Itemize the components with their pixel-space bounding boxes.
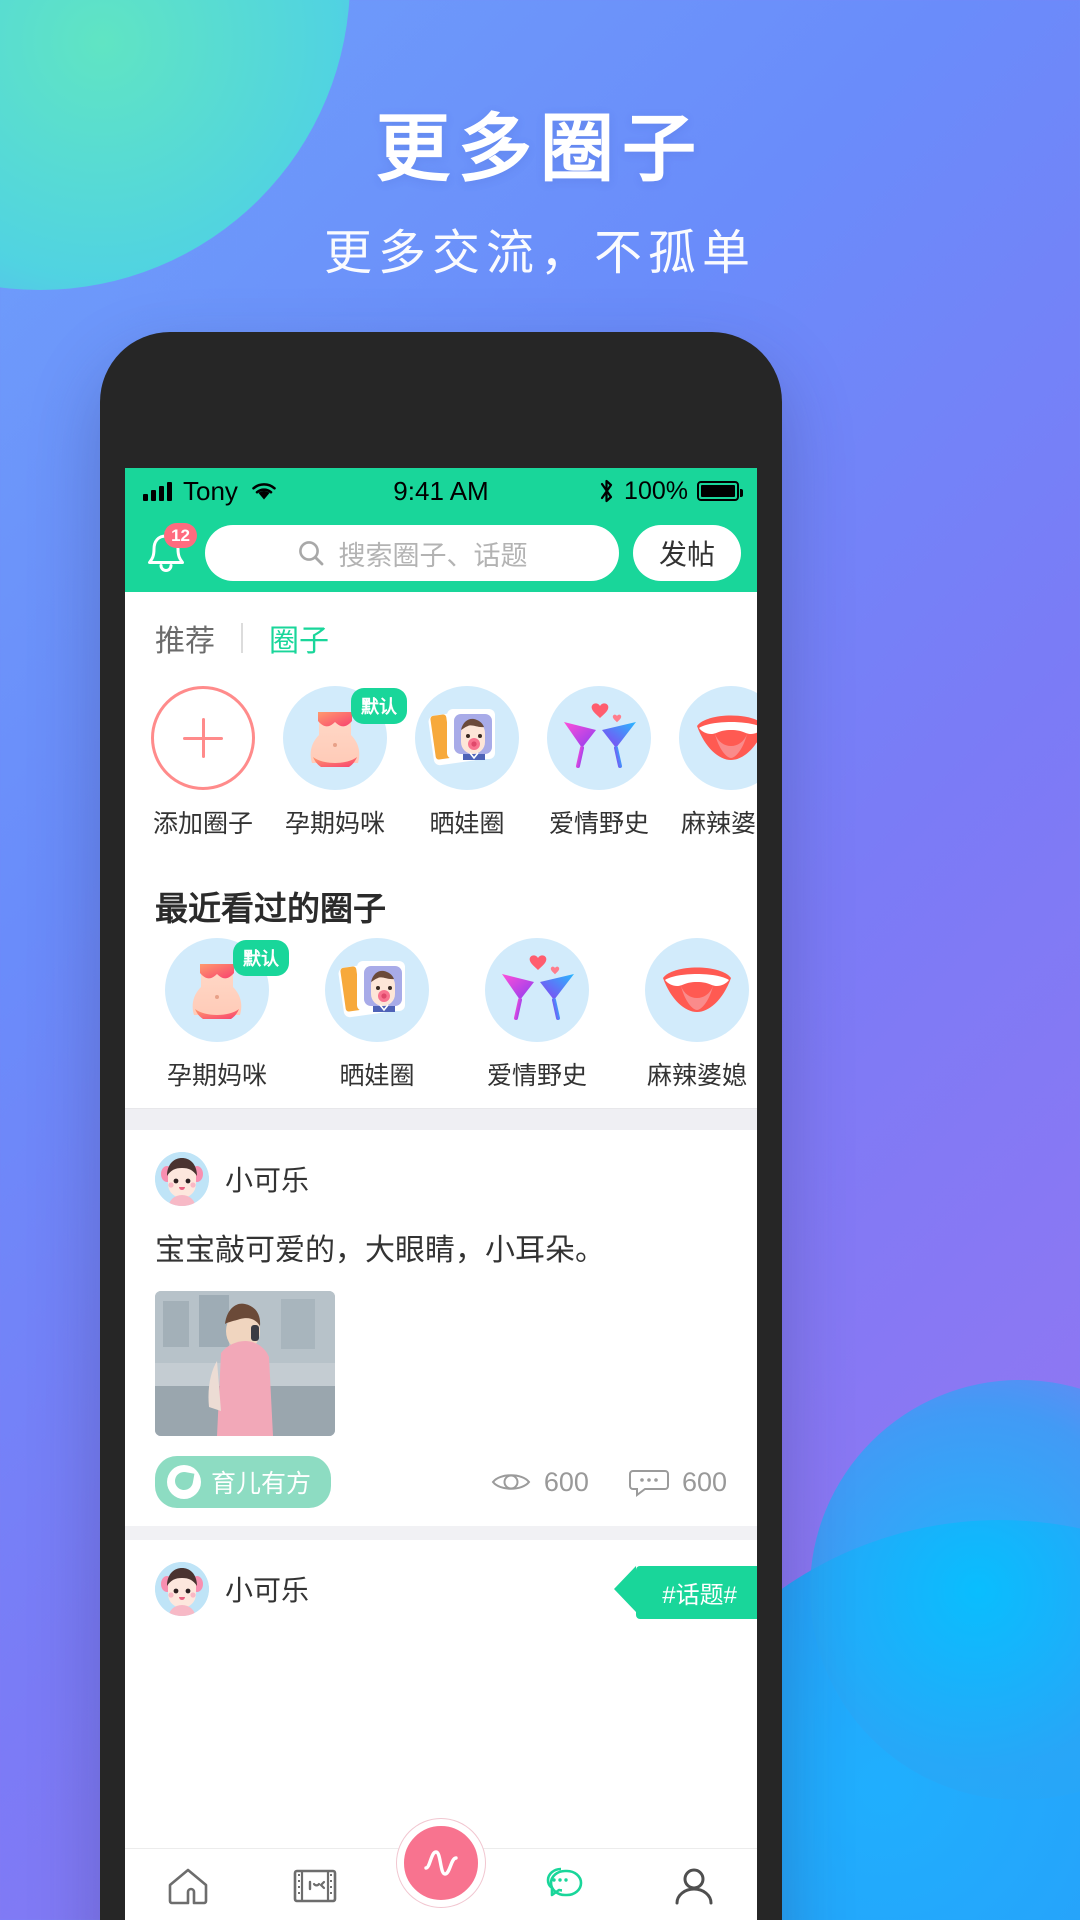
nav-item-circles[interactable]: 圈子 (504, 1865, 630, 1920)
search-input[interactable]: 搜索圈子、话题 (205, 525, 619, 581)
nav-label: 科普 (291, 1915, 339, 1920)
plus-circle-icon (151, 686, 255, 790)
post-card-2[interactable]: 小可乐 #话题# (125, 1540, 757, 1619)
notification-button[interactable]: 12 (141, 523, 197, 579)
phone-screen: Tony 9:41 AM 100% 12 搜索圈子、话题 发帖 推荐 圈子 添加… (125, 468, 757, 1920)
avatar[interactable] (155, 1152, 209, 1206)
tab-recommend[interactable]: 推荐 (155, 616, 215, 660)
notification-badge: 12 (164, 523, 197, 548)
spicy-mouth-icon (679, 686, 757, 790)
nav-item-home[interactable]: 首页 (125, 1865, 251, 1920)
topic-tag[interactable]: #话题# (614, 1566, 757, 1619)
app-header: 12 搜索圈子、话题 发帖 (125, 514, 757, 592)
nav-item-profile[interactable]: 我的 (631, 1865, 757, 1920)
carrier-name: Tony (183, 475, 238, 506)
battery-percent: 100% (624, 476, 688, 505)
eye-icon (491, 1469, 531, 1495)
banner-subtitle: 更多交流，不孤单 (323, 227, 756, 280)
default-badge: 默认 (351, 688, 407, 724)
bluetooth-icon (598, 478, 615, 504)
battery-full-icon (697, 481, 743, 501)
nav-label: 圈子 (543, 1915, 591, 1920)
circle-item-pregnant[interactable]: 默认 孕期妈咪 (279, 686, 407, 840)
nav-label: 胎心监护 (378, 1915, 504, 1920)
baby-photos-icon (415, 686, 519, 790)
recent-circles-row[interactable]: 默认 孕期妈咪 晒娃圈 爱情野史 麻辣婆媳 (125, 934, 757, 1108)
post-divider (125, 1526, 757, 1540)
recent-circle-baby-photos[interactable]: 晒娃圈 (321, 938, 433, 1092)
default-badge: 默认 (233, 940, 289, 976)
avatar[interactable] (155, 1562, 209, 1616)
post-footer: 育儿有方 600 600 (155, 1456, 727, 1508)
bottom-nav: 首页 科普 (125, 1819, 757, 1920)
phone-mockup: Tony 9:41 AM 100% 12 搜索圈子、话题 发帖 推荐 圈子 添加… (100, 332, 782, 1920)
banner-title: 更多圈子 (376, 107, 704, 190)
circle-label: 晒娃圈 (339, 1062, 415, 1090)
circle-label: 爱情野史 (486, 1062, 587, 1090)
tab-separator (241, 623, 243, 653)
recent-circle-love-story[interactable]: 爱情野史 (481, 938, 593, 1092)
post-views: 600 (491, 1467, 589, 1498)
cocktail-glasses-icon (547, 686, 651, 790)
comments-count: 600 (681, 1466, 727, 1497)
circle-label: 麻辣婆媳 (680, 810, 757, 838)
post-button[interactable]: 发帖 (632, 525, 741, 581)
recent-circle-pregnant[interactable]: 默认 孕期妈咪 (161, 938, 289, 1092)
tab-circles[interactable]: 圈子 (269, 616, 329, 660)
circle-item-love-story[interactable]: 爱情野史 (543, 686, 655, 840)
post-stats: 600 600 (491, 1467, 727, 1498)
post-comments: 600 (628, 1466, 727, 1498)
post-username: 小可乐 (225, 1165, 310, 1196)
nav-label: 首页 (164, 1915, 212, 1920)
nav-item-science[interactable]: 科普 (251, 1865, 377, 1920)
circle-item-baby-photos[interactable]: 晒娃圈 (411, 686, 523, 840)
search-icon (296, 538, 326, 568)
circle-label: 爱情野史 (548, 810, 649, 838)
post-image[interactable] (155, 1291, 335, 1436)
wifi-icon (249, 480, 279, 502)
tag-leaf-icon (167, 1465, 201, 1499)
circle-label: 添加圈子 (152, 810, 253, 838)
book-icon (291, 1865, 339, 1907)
post-username: 小可乐 (225, 1575, 310, 1606)
my-circles-row[interactable]: 添加圈子 默认 孕期妈咪 晒娃圈 爱情野史 麻辣婆 (125, 674, 757, 856)
post-card[interactable]: 小可乐 宝宝敲可爱的，大眼睛，小耳朵。 育儿有方 600 600 (125, 1130, 757, 1526)
circle-item-add[interactable]: 添加圈子 (147, 686, 259, 840)
cocktail-glasses-icon (485, 938, 589, 1042)
heartbeat-icon[interactable] (397, 1819, 486, 1907)
chat-bubbles-icon (543, 1865, 591, 1907)
nav-label: 我的 (670, 1915, 718, 1920)
circle-label: 麻辣婆媳 (646, 1062, 747, 1090)
post-tag[interactable]: 育儿有方 (155, 1456, 332, 1508)
circle-label: 孕期妈咪 (284, 810, 385, 838)
signal-bars-icon (143, 481, 172, 501)
section-divider (125, 1108, 757, 1130)
post-header: 小可乐 (155, 1152, 727, 1206)
recent-section-title: 最近看过的圈子 (155, 890, 386, 927)
home-icon (165, 1865, 211, 1907)
banner: 更多圈子 更多交流，不孤单 (0, 0, 1080, 278)
status-bar: Tony 9:41 AM 100% (125, 468, 757, 514)
spicy-mouth-icon (645, 938, 749, 1042)
tab-bar: 推荐 圈子 (125, 592, 757, 674)
comment-icon (628, 1467, 669, 1497)
person-icon (672, 1865, 716, 1907)
recent-circle-spicy[interactable]: 麻辣婆媳 (641, 938, 753, 1092)
circle-label: 晒娃圈 (429, 810, 505, 838)
circle-label: 孕期妈咪 (166, 1062, 267, 1090)
circle-item-spicy[interactable]: 麻辣婆媳 (675, 686, 757, 840)
views-count: 600 (543, 1466, 589, 1497)
baby-photos-icon (325, 938, 429, 1042)
post-text: 宝宝敲可爱的，大眼睛，小耳朵。 (155, 1234, 605, 1267)
search-placeholder: 搜索圈子、话题 (338, 540, 528, 571)
post-tag-label: 育儿有方 (211, 1470, 312, 1498)
